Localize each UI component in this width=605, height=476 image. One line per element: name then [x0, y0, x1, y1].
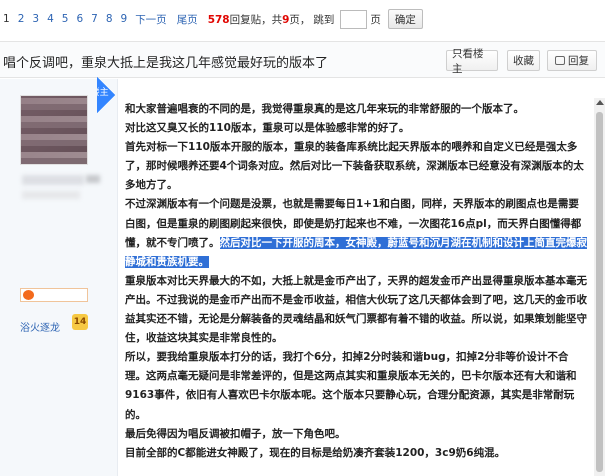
level-badge: 14 — [72, 314, 88, 330]
post-paragraph: 目前全部的C都能进女神殿了，现在的目标是给奶凑齐套装1200，3c9奶6纯混。 — [125, 446, 506, 459]
page-link[interactable]: 5 — [62, 13, 69, 25]
page-total-unit: 页， — [289, 13, 311, 26]
fan-badge[interactable] — [20, 288, 88, 302]
post-paragraph: 重泉版本对比天界最大的不如，大抵上就是金币产出了，天界的超发金币产出显得重泉版本… — [125, 274, 587, 345]
last-page-link[interactable]: 尾页 — [177, 12, 198, 27]
reply-icon — [555, 56, 565, 65]
jump-unit: 页 — [370, 13, 381, 26]
scroll-up-arrow-icon[interactable] — [596, 100, 604, 105]
page-link-current: 1 — [3, 13, 10, 25]
post-paragraph: 所以，要我给重泉版本打分的话，我打个6分，扣掉2分时装和谐bug，扣掉2分非等价… — [125, 351, 577, 421]
page-link[interactable]: 9 — [121, 13, 128, 25]
author-name-blurred[interactable] — [22, 175, 84, 185]
post-paragraph: 对比这又臭又长的110版本，重泉可以是体验感非常的好了。 — [125, 122, 410, 135]
jump-page-input[interactable] — [340, 9, 368, 29]
post-paragraph: 和大家普遍唱衰的不同的是，我觉得重泉真的是这几年来玩的非常舒服的一个版本了。 — [125, 103, 524, 115]
post-paragraph: 最后免得因为唱反调被扣帽子，放一下角色吧。 — [125, 427, 346, 440]
page-link[interactable]: 8 — [106, 13, 113, 25]
vertical-scrollbar[interactable] — [594, 98, 605, 476]
page-link[interactable]: 3 — [32, 13, 39, 25]
reply-count-label: 回复贴，共 — [229, 13, 283, 26]
pagination-bar: 1 2 3 4 5 6 7 8 9 下一页 尾页 578回复贴，共9页， 跳到 … — [0, 0, 605, 38]
author-sidebar: 楼主 浴火逐龙 14 — [0, 79, 118, 476]
next-page-link[interactable]: 下一页 — [135, 12, 167, 27]
favorite-button[interactable]: 收藏 — [507, 50, 540, 71]
jump-label: 跳到 — [313, 13, 335, 26]
reply-button-label: 回复 — [568, 55, 589, 67]
reply-count: 578回复贴，共9页， — [208, 12, 311, 27]
thread-title: 唱个反调吧，重泉大抵上是我这几年感觉最好玩的版本了 — [3, 56, 329, 71]
author-name-blurred-extra — [86, 175, 100, 183]
post-content: 和大家普遍唱衰的不同的是，我觉得重泉真的是这几年来玩的非常舒服的一个版本了。 对… — [125, 100, 587, 463]
scroll-thumb[interactable] — [596, 112, 603, 472]
host-tag-label: 楼主 — [90, 87, 110, 98]
page-link[interactable]: 6 — [76, 13, 83, 25]
jump-confirm-button[interactable]: 确定 — [387, 9, 423, 29]
page-link[interactable]: 7 — [91, 13, 98, 25]
reply-button[interactable]: 回复 — [547, 50, 597, 71]
host-only-button[interactable]: 只看楼主 — [446, 48, 498, 75]
page-link[interactable]: 2 — [18, 13, 25, 25]
author-subtitle-blurred — [22, 191, 80, 199]
reply-count-number: 578 — [207, 13, 230, 26]
page-link[interactable]: 4 — [47, 13, 54, 25]
avatar[interactable] — [20, 95, 88, 165]
thread-header: 唱个反调吧，重泉大抵上是我这几年感觉最好玩的版本了 只看楼主 收藏 回复 — [0, 41, 605, 78]
post-paragraph: 首先对标一下110版本开服的版本，重泉的装备库系统比起天界版本的喂养和自定义已经… — [125, 141, 584, 192]
badge-icon — [23, 290, 34, 300]
post-paragraph: 不过深渊版本有一个问题是没票，也就是需要每日1+1和白图，同样，天界版本的刷图点… — [125, 195, 587, 271]
forum-name-label[interactable]: 浴火逐龙 — [20, 319, 60, 334]
